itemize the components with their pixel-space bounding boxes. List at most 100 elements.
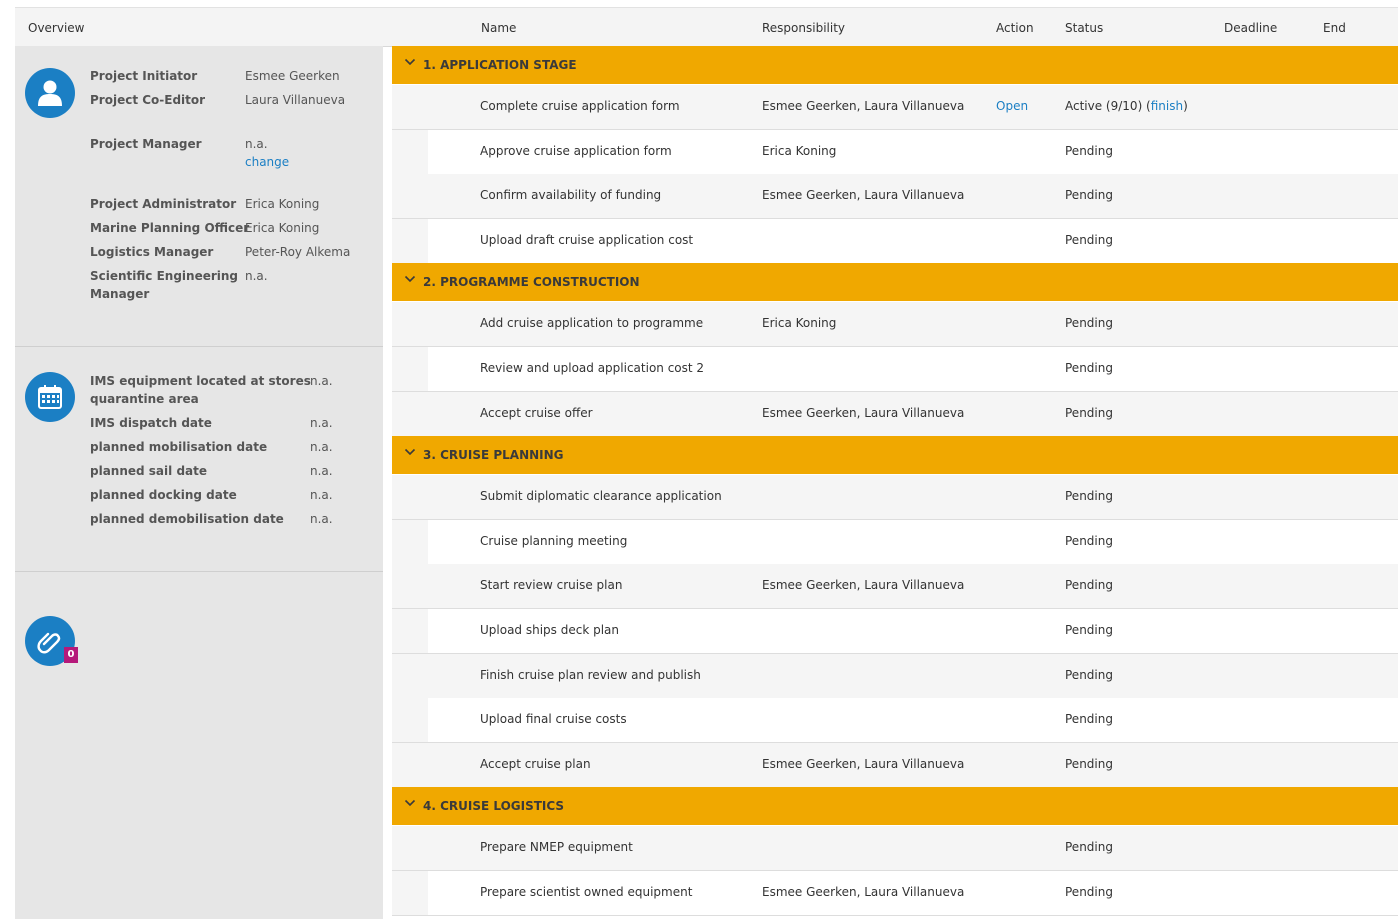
dates-section: IMS equipment located at stores quaranti… — [15, 347, 383, 572]
calendar-icon — [25, 372, 75, 422]
group-header[interactable]: 3. CRUISE PLANNING — [392, 436, 1398, 475]
column-status[interactable]: Status — [1065, 21, 1103, 35]
task-status: Pending — [1065, 578, 1113, 592]
task-responsibility: Esmee Geerken, Laura Villanueva — [762, 406, 965, 420]
task-status: Pending — [1065, 316, 1113, 330]
task-status: Active (9/10) (finish) — [1065, 99, 1188, 113]
table-row[interactable]: Upload ships deck plan Pending — [392, 609, 1398, 654]
group-header[interactable]: 2. PROGRAMME CONSTRUCTION — [392, 263, 1398, 302]
date-value: n.a. — [310, 416, 333, 430]
task-status: Pending — [1065, 361, 1113, 375]
date-label: planned demobilisation date — [90, 512, 284, 526]
date-label: planned sail date — [90, 464, 207, 478]
task-status: Pending — [1065, 489, 1113, 503]
role-label: Marine Planning Officer — [90, 221, 250, 235]
table-row[interactable]: Accept cruise offer Esmee Geerken, Laura … — [392, 392, 1398, 437]
task-status: Pending — [1065, 712, 1113, 726]
role-value: n.a. — [245, 137, 268, 151]
column-responsibility[interactable]: Responsibility — [762, 21, 845, 35]
group-header[interactable]: 4. CRUISE LOGISTICS — [392, 787, 1398, 826]
column-deadline[interactable]: Deadline — [1224, 21, 1277, 35]
date-label: planned mobilisation date — [90, 440, 268, 454]
chevron-down-icon[interactable] — [404, 273, 416, 285]
table-row[interactable]: Prepare scientist owned equipment Esmee G… — [392, 871, 1398, 916]
role-label: Project Initiator — [90, 69, 198, 83]
table-row[interactable]: Approve cruise application form Erica Kon… — [392, 130, 1398, 175]
task-name: Upload final cruise costs — [480, 712, 627, 726]
overview-panel: Project Initiator Esmee Geerken Project … — [15, 46, 383, 919]
roles-section: Project Initiator Esmee Geerken Project … — [15, 46, 383, 347]
task-status: Pending — [1065, 233, 1113, 247]
table-row[interactable]: Add cruise application to programme Erica… — [392, 302, 1398, 347]
role-value: Erica Koning — [245, 221, 320, 235]
table-row[interactable]: Confirm availability of funding Esmee Gee… — [392, 174, 1398, 219]
role-value: Peter-Roy Alkema — [245, 245, 351, 259]
task-name: Complete cruise application form — [480, 99, 680, 113]
column-name[interactable]: Name — [481, 21, 516, 35]
task-responsibility: Esmee Geerken, Laura Villanueva — [762, 885, 965, 899]
role-label: Logistics Manager — [90, 245, 214, 259]
table-row[interactable]: Upload final cruise costs Pending — [392, 698, 1398, 743]
attachment-count-badge: 0 — [64, 647, 78, 663]
date-label: planned docking date — [90, 488, 237, 502]
task-name: Upload ships deck plan — [480, 623, 620, 637]
table-row[interactable]: Start review cruise plan Esmee Geerken, L… — [392, 564, 1398, 609]
task-responsibility: Erica Koning — [762, 316, 837, 330]
open-action-link[interactable]: Open — [996, 99, 1028, 113]
table-row[interactable]: Review and upload application cost 2 Pend… — [392, 347, 1398, 392]
date-value: n.a. — [310, 488, 333, 502]
group-title: 2. PROGRAMME CONSTRUCTION — [423, 275, 640, 290]
task-name: Prepare scientist owned equipment — [480, 885, 693, 899]
table-row[interactable]: Cruise planning meeting Pending — [392, 520, 1398, 565]
role-label-cont: Manager — [90, 287, 150, 301]
task-status: Pending — [1065, 623, 1113, 637]
role-label: Project Manager — [90, 137, 202, 151]
overview-heading: Overview — [28, 21, 85, 35]
task-responsibility: Esmee Geerken, Laura Villanueva — [762, 99, 965, 113]
task-responsibility: Esmee Geerken, Laura Villanueva — [762, 757, 965, 771]
role-label: Scientific Engineering — [90, 269, 239, 283]
task-status: Pending — [1065, 840, 1113, 854]
task-status: Pending — [1065, 406, 1113, 420]
task-name: Add cruise application to programme — [480, 316, 704, 330]
task-status: Pending — [1065, 885, 1113, 899]
chevron-down-icon[interactable] — [404, 56, 416, 68]
group-header[interactable]: 1. APPLICATION STAGE — [392, 46, 1398, 84]
date-value: n.a. — [310, 374, 333, 388]
date-label: IMS dispatch date — [90, 416, 212, 430]
role-value: Laura Villanueva — [245, 93, 346, 107]
task-status: Pending — [1065, 144, 1113, 158]
table-header: Overview Name Responsibility Action Stat… — [15, 7, 1398, 47]
group-title: 4. CRUISE LOGISTICS — [423, 799, 565, 814]
date-label-cont: quarantine area — [90, 392, 199, 406]
task-name: Finish cruise plan review and publish — [480, 668, 701, 682]
role-label: Project Co-Editor — [90, 93, 206, 107]
group-title: 1. APPLICATION STAGE — [423, 58, 577, 72]
column-end[interactable]: End — [1323, 21, 1346, 35]
table-row[interactable]: Submit diplomatic clearance application P… — [392, 475, 1398, 520]
date-label: IMS equipment located at stores — [90, 374, 311, 388]
chevron-down-icon[interactable] — [404, 797, 416, 809]
chevron-down-icon[interactable] — [404, 446, 416, 458]
task-name: Cruise planning meeting — [480, 534, 628, 548]
task-responsibility: Esmee Geerken, Laura Villanueva — [762, 578, 965, 592]
task-status: Pending — [1065, 534, 1113, 548]
task-status: Pending — [1065, 757, 1113, 771]
task-responsibility: Esmee Geerken, Laura Villanueva — [762, 188, 965, 202]
table-row[interactable]: Finish cruise plan review and publish Pen… — [392, 654, 1398, 699]
date-value: n.a. — [310, 440, 333, 454]
change-manager-link[interactable]: change — [245, 153, 289, 171]
column-action[interactable]: Action — [996, 21, 1034, 35]
status-text: Active (9/10) ( — [1065, 99, 1151, 113]
table-row[interactable]: Prepare NMEP equipment Pending — [392, 826, 1398, 871]
role-label: Project Administrator — [90, 197, 237, 211]
user-icon — [25, 68, 75, 118]
table-row[interactable]: Complete cruise application form Esmee Ge… — [392, 85, 1398, 130]
finish-link[interactable]: finish — [1151, 99, 1183, 113]
role-value: Esmee Geerken — [245, 69, 340, 83]
task-name: Start review cruise plan — [480, 578, 623, 592]
date-value: n.a. — [310, 464, 333, 478]
date-value: n.a. — [310, 512, 333, 526]
table-row[interactable]: Accept cruise plan Esmee Geerken, Laura V… — [392, 743, 1398, 788]
table-row[interactable]: Upload draft cruise application cost Pend… — [392, 219, 1398, 264]
